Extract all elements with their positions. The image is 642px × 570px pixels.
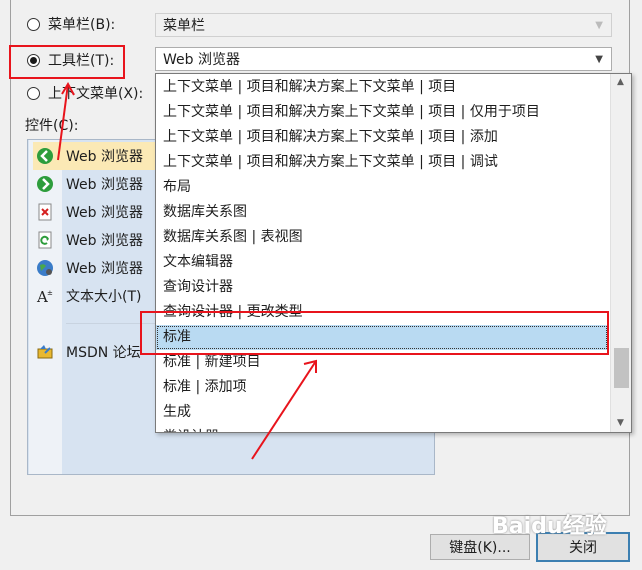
watermark: Baidu经验	[492, 514, 607, 539]
annotation-arrows	[57, 81, 317, 460]
